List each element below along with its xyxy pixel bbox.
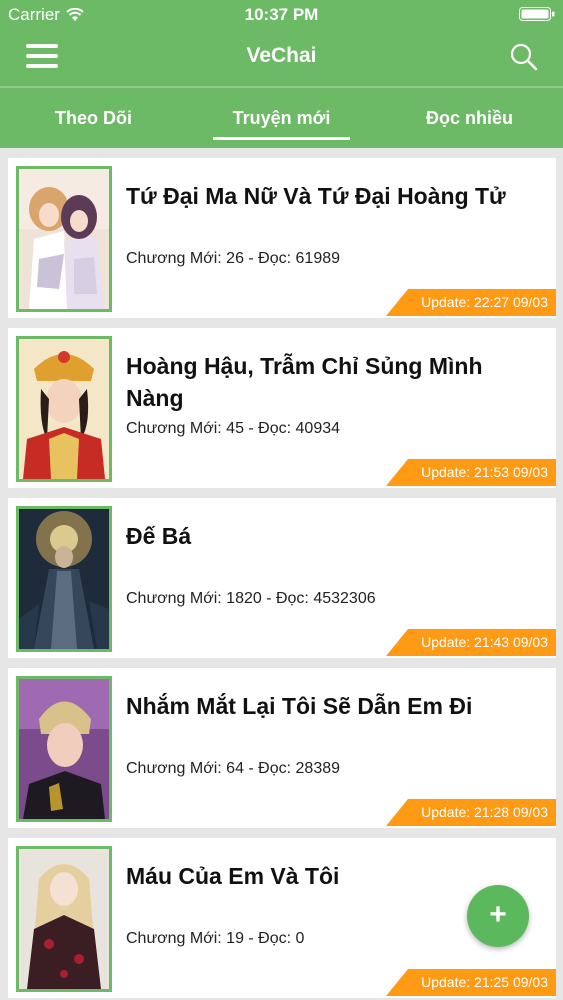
story-meta: Chương Mới: 26 - Đọc: 61989 bbox=[126, 250, 341, 267]
cover-image bbox=[19, 169, 109, 309]
story-cover bbox=[16, 506, 112, 652]
story-card[interactable]: Nhắm Mắt Lại Tôi Sẽ Dẫn Em Đi Chương Mới… bbox=[8, 668, 556, 828]
story-card[interactable]: Tứ Đại Ma Nữ Và Tứ Đại Hoàng Tử Chương M… bbox=[8, 158, 556, 318]
story-title: Máu Của Em Và Tôi bbox=[126, 863, 340, 889]
story-title: Hoàng Hậu, Trẫm Chỉ Sủng Mình Nàng bbox=[126, 353, 483, 411]
app-title: VeChai bbox=[246, 44, 317, 67]
status-bar: Carrier 10:37 PM bbox=[0, 0, 563, 30]
story-title: Tứ Đại Ma Nữ Và Tứ Đại Hoàng Tử bbox=[126, 183, 506, 209]
search-button[interactable] bbox=[509, 42, 539, 72]
story-cover bbox=[16, 676, 112, 822]
cover-image bbox=[19, 849, 109, 989]
cover-image bbox=[19, 509, 109, 649]
story-meta: Chương Mới: 1820 - Đọc: 4532306 bbox=[126, 590, 376, 607]
story-meta: Chương Mới: 64 - Đọc: 28389 bbox=[126, 760, 341, 777]
update-badge: Update: 21:53 09/03 bbox=[386, 459, 556, 486]
battery-icon bbox=[519, 7, 555, 21]
story-cover bbox=[16, 846, 112, 992]
app-header: Carrier 10:37 PM VeChai Theo Dõi Truyện … bbox=[0, 0, 563, 148]
update-badge: Update: 21:25 09/03 bbox=[386, 969, 556, 996]
cover-image bbox=[19, 679, 109, 819]
update-badge: Update: 22:27 09/03 bbox=[386, 289, 556, 316]
story-title: Nhắm Mắt Lại Tôi Sẽ Dẫn Em Đi bbox=[126, 693, 473, 719]
story-card[interactable]: Hoàng Hậu, Trẫm Chỉ Sủng Mình Nàng Chươn… bbox=[8, 328, 556, 488]
update-badge: Update: 21:43 09/03 bbox=[386, 629, 556, 656]
story-meta: Chương Mới: 45 - Đọc: 40934 bbox=[126, 420, 341, 437]
clock: 10:37 PM bbox=[244, 5, 319, 24]
update-badge: Update: 21:28 09/03 bbox=[386, 799, 556, 826]
tab-following[interactable]: Theo Dõi bbox=[0, 88, 187, 148]
tab-bar: Theo Dõi Truyện mới Đọc nhiều bbox=[0, 88, 563, 148]
search-icon bbox=[510, 43, 538, 71]
story-cover bbox=[16, 336, 112, 482]
add-button[interactable]: + bbox=[467, 885, 529, 947]
story-card[interactable]: Đế Bá Chương Mới: 1820 - Đọc: 4532306 Up… bbox=[8, 498, 556, 658]
cover-image bbox=[19, 339, 109, 479]
tab-most-read[interactable]: Đọc nhiều bbox=[376, 88, 563, 148]
story-title: Đế Bá bbox=[126, 523, 192, 549]
story-cover bbox=[16, 166, 112, 312]
nav-bar: VeChai bbox=[0, 30, 563, 86]
story-meta: Chương Mới: 19 - Đọc: 0 bbox=[126, 930, 305, 947]
active-tab-indicator bbox=[213, 137, 350, 140]
